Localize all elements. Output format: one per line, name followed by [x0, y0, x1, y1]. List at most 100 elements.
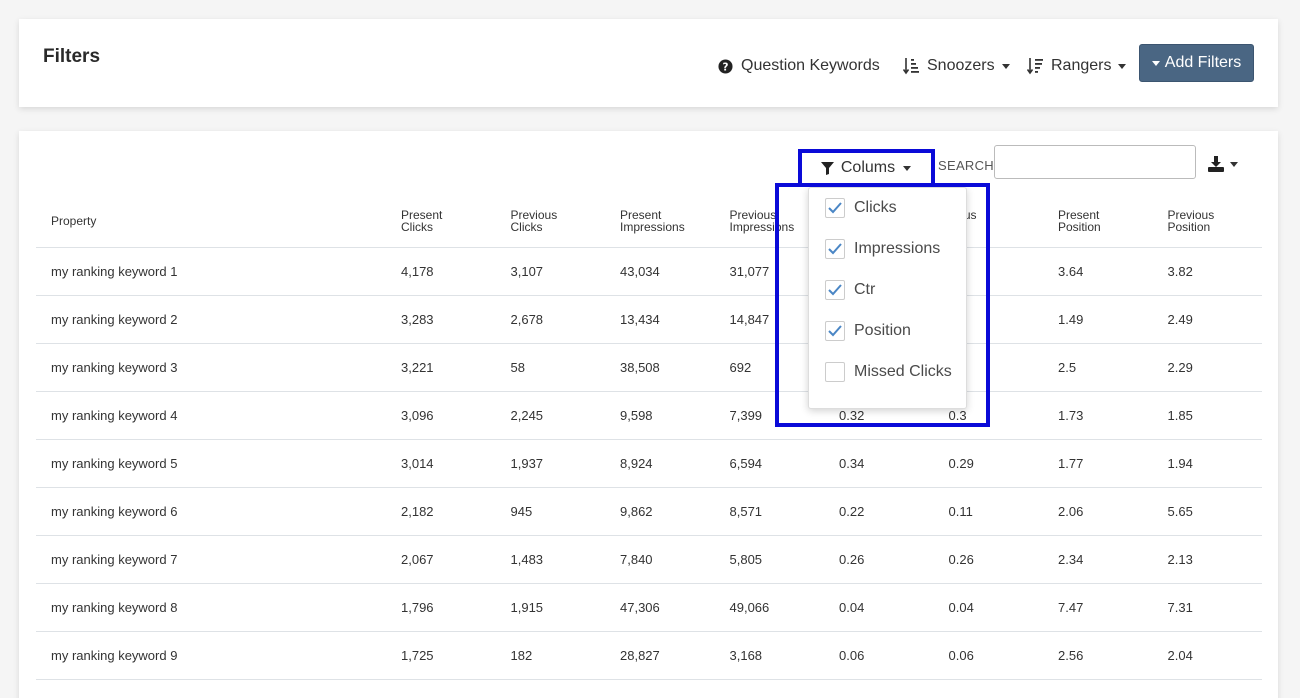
metric-cell: 2.56 — [1043, 631, 1153, 680]
keyword-cell: my ranking keyword 2 — [36, 295, 386, 344]
metric-cell: 1.49 — [1043, 295, 1153, 344]
download-dropdown-button[interactable] — [1208, 156, 1238, 172]
add-filters-button[interactable]: Add Filters — [1139, 44, 1254, 82]
chevron-down-icon — [1118, 63, 1127, 69]
metric-cell: 3,014 — [386, 439, 496, 488]
question-keywords-label: Question Keywords — [741, 57, 880, 74]
checkmark-icon — [828, 325, 842, 337]
columns-label: Colums — [840, 159, 896, 176]
metric-cell: 3,221 — [386, 343, 496, 392]
metric-cell: 0.26 — [824, 535, 934, 584]
column-header-line: Position — [1167, 219, 1211, 234]
metric-cell: 1,796 — [386, 583, 496, 632]
chevron-down-icon — [1001, 63, 1010, 69]
metric-cell: 2,245 — [495, 391, 605, 440]
metric-cell: 9,598 — [605, 391, 715, 440]
sort-amount-down-icon — [903, 57, 919, 75]
metric-cell: 1.73 — [1043, 391, 1153, 440]
checkbox[interactable] — [825, 239, 845, 259]
column-header-line: Previous — [1167, 207, 1215, 222]
search-input[interactable] — [994, 145, 1196, 179]
column-option-missed-clicks[interactable]: Missed Clicks — [825, 362, 952, 382]
columns-dropdown-menu: Clicks Impressions Ctr Position Missed C… — [808, 187, 967, 409]
svg-text:?: ? — [723, 61, 729, 73]
metric-cell: 47,306 — [605, 583, 715, 632]
column-option-clicks[interactable]: Clicks — [825, 198, 897, 218]
metric-cell: 0.06 — [824, 631, 934, 680]
snoozers-dropdown[interactable]: Snoozers — [903, 55, 1010, 77]
column-header[interactable]: Present Clicks — [386, 195, 496, 248]
column-option-impressions[interactable]: Impressions — [825, 239, 940, 259]
checkbox[interactable] — [825, 280, 845, 300]
rangers-dropdown[interactable]: Rangers — [1027, 55, 1127, 77]
keywords-table: Property Present Clicks Previous Clicks Prese… — [36, 195, 1262, 680]
metric-cell: 2.29 — [1152, 343, 1262, 392]
metric-cell: 7.31 — [1152, 583, 1262, 632]
filter-funnel-icon — [820, 161, 834, 175]
metric-cell: 2.06 — [1043, 487, 1153, 536]
column-option-label: Missed Clicks — [854, 363, 952, 380]
chevron-down-icon — [1230, 161, 1238, 167]
table-header-row: Property Present Clicks Previous Clicks Prese… — [36, 195, 1262, 248]
metric-cell: 0.06 — [933, 631, 1043, 680]
metric-cell: 2.5 — [1043, 343, 1153, 392]
metric-cell: 38,508 — [605, 343, 715, 392]
caret-down-icon — [1151, 60, 1160, 66]
metric-cell: 1.77 — [1043, 439, 1153, 488]
keyword-cell: my ranking keyword 6 — [36, 487, 386, 536]
metric-cell: 0.11 — [933, 487, 1043, 536]
checkbox[interactable] — [825, 198, 845, 218]
metric-cell: 43,034 — [605, 247, 715, 296]
column-header[interactable]: Present Position — [1043, 195, 1153, 248]
metric-cell: 6,594 — [714, 439, 824, 488]
metric-cell: 9,862 — [605, 487, 715, 536]
columns-dropdown-button[interactable]: Colums — [800, 152, 932, 184]
download-icon — [1208, 156, 1224, 172]
column-header[interactable]: Previous Clicks — [495, 195, 605, 248]
metric-cell: 0.29 — [933, 439, 1043, 488]
metric-cell: 49,066 — [714, 583, 824, 632]
metric-cell: 2.13 — [1152, 535, 1262, 584]
checkmark-icon — [828, 243, 842, 255]
metric-cell: 2,067 — [386, 535, 496, 584]
metric-cell: 2,678 — [495, 295, 605, 344]
table-row: my ranking keyword 33,2215838,50869282.5… — [36, 343, 1262, 392]
column-option-position[interactable]: Position — [825, 321, 911, 341]
metric-cell: 1,725 — [386, 631, 496, 680]
metric-cell: 7.47 — [1043, 583, 1153, 632]
checkbox[interactable] — [825, 321, 845, 341]
keyword-cell: my ranking keyword 1 — [36, 247, 386, 296]
keyword-cell: my ranking keyword 7 — [36, 535, 386, 584]
checkmark-icon — [828, 284, 842, 296]
column-header-line: Present — [401, 207, 443, 222]
keyword-cell: my ranking keyword 5 — [36, 439, 386, 488]
metric-cell: 3,096 — [386, 391, 496, 440]
metric-cell: 1,915 — [495, 583, 605, 632]
question-keywords-button[interactable]: ? Question Keywords — [718, 55, 880, 77]
question-circle-icon: ? — [718, 58, 733, 74]
column-header[interactable]: Property — [36, 195, 386, 248]
rangers-label: Rangers — [1051, 57, 1112, 74]
column-option-label: Impressions — [854, 240, 941, 257]
keyword-cell: my ranking keyword 4 — [36, 391, 386, 440]
search-label: SEARCH — [938, 158, 994, 173]
column-header-line: Present — [620, 207, 662, 222]
column-option-ctr[interactable]: Ctr — [825, 280, 875, 300]
table-row: my ranking keyword 8 1,796 1,915 47,306 49,0… — [36, 583, 1262, 632]
metric-cell: 5,805 — [714, 535, 824, 584]
metric-cell: 58 — [495, 343, 605, 392]
checkbox[interactable] — [825, 362, 845, 382]
table-row: my ranking keyword 1 4,178 3,107 43,034 31,0… — [36, 247, 1262, 296]
filters-panel: Filters ? Question Keywords Snoozers Ran… — [19, 19, 1278, 107]
metric-cell: 1.85 — [1152, 391, 1262, 440]
add-filters-label: Add Filters — [1164, 54, 1242, 71]
column-header-line: Clicks — [401, 219, 433, 234]
column-header[interactable]: Present Impressions — [605, 195, 715, 248]
column-option-label: Position — [854, 322, 911, 339]
metric-cell: 0.26 — [933, 535, 1043, 584]
table-row: my ranking keyword 6 2,182 945 9,862 8,571 0.… — [36, 487, 1262, 536]
metric-cell: 8,571 — [714, 487, 824, 536]
column-header[interactable]: Previous Position — [1152, 195, 1262, 248]
metric-cell: 3.64 — [1043, 247, 1153, 296]
metric-cell: 5.65 — [1152, 487, 1262, 536]
